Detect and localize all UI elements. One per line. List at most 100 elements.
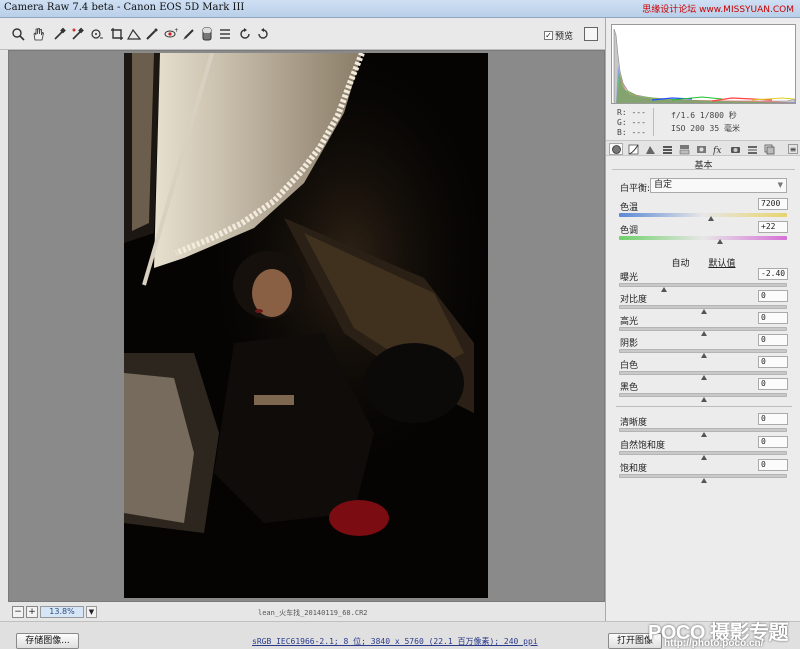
- svg-text:fx: fx: [713, 146, 721, 155]
- rotate-ccw-icon[interactable]: [237, 26, 253, 42]
- radial-filter-icon[interactable]: [217, 26, 233, 42]
- highlights-input[interactable]: 0: [758, 312, 788, 324]
- blacks-thumb[interactable]: [701, 397, 707, 402]
- shadows-thumb[interactable]: [701, 353, 707, 358]
- tone-curve-icon[interactable]: [626, 143, 640, 155]
- red-eye-icon[interactable]: +: [163, 26, 179, 42]
- tint-input[interactable]: +22: [758, 221, 788, 233]
- whites-thumb[interactable]: [701, 375, 707, 380]
- rotate-cw-icon[interactable]: [255, 26, 271, 42]
- white-balance-value: 自定: [654, 180, 673, 190]
- saturation-slider[interactable]: [619, 474, 787, 483]
- exposure-thumb[interactable]: [660, 287, 667, 292]
- vibrance-thumb[interactable]: [701, 455, 707, 460]
- blacks-slider[interactable]: [619, 393, 787, 402]
- fullscreen-icon[interactable]: [584, 27, 598, 41]
- chevron-down-icon: ▼: [777, 181, 783, 189]
- panel-menu-icon[interactable]: ≡: [788, 144, 798, 154]
- zoom-in-button[interactable]: +: [26, 606, 38, 618]
- zoom-out-button[interactable]: −: [12, 606, 24, 618]
- green-readout: G: ---: [617, 118, 646, 127]
- image-canvas[interactable]: [8, 50, 605, 602]
- vibrance-slider[interactable]: [619, 451, 787, 460]
- clarity-thumb[interactable]: [701, 432, 707, 437]
- color-sampler-icon[interactable]: [70, 26, 86, 42]
- highlights-thumb[interactable]: [701, 331, 707, 336]
- highlights-slider[interactable]: [619, 327, 787, 336]
- lens-icon[interactable]: [694, 143, 708, 155]
- clarity-input[interactable]: 0: [758, 413, 788, 425]
- auto-link[interactable]: 自动: [672, 259, 690, 269]
- spot-removal-icon[interactable]: [144, 26, 160, 42]
- whites-input[interactable]: 0: [758, 356, 788, 368]
- clarity-slider[interactable]: [619, 428, 787, 437]
- zoom-dropdown-icon[interactable]: ▼: [86, 606, 97, 618]
- zoom-icon[interactable]: [10, 26, 26, 42]
- iso-readout: ISO 200 35 毫米: [671, 124, 740, 133]
- footer-bar: 存储图像... sRGB IEC61966-2.1; 8 位; 3840 x 5…: [0, 621, 800, 649]
- saturation-label: 饱和度: [620, 464, 648, 474]
- red-readout: R: ---: [617, 108, 646, 117]
- temperature-slider[interactable]: [619, 213, 787, 221]
- whites-slider[interactable]: [619, 371, 787, 380]
- temperature-input[interactable]: 7200: [758, 198, 788, 210]
- adjustment-panel: R: --- G: --- B: --- f/1.6 1/800 秒 ISO 2…: [605, 18, 800, 621]
- saturation-input[interactable]: 0: [758, 459, 788, 471]
- preview-label: 预览: [555, 32, 574, 42]
- blue-readout: B: ---: [617, 128, 646, 137]
- exposure-slider[interactable]: [619, 283, 787, 292]
- svg-text:+: +: [174, 27, 178, 34]
- whites-label: 白色: [620, 361, 639, 371]
- temperature-thumb[interactable]: [708, 216, 715, 221]
- target-adjust-icon[interactable]: [89, 26, 105, 42]
- tint-thumb[interactable]: [716, 239, 723, 244]
- window-title: Camera Raw 7.4 beta - Canon EOS 5D Mark …: [4, 2, 245, 13]
- workflow-options-link[interactable]: sRGB IEC61966-2.1; 8 位; 3840 x 5760 (22.…: [252, 636, 538, 647]
- save-image-button[interactable]: 存储图像...: [16, 633, 79, 649]
- straighten-icon[interactable]: [126, 26, 142, 42]
- highlights-label: 高光: [620, 317, 639, 327]
- default-link[interactable]: 默认值: [708, 259, 735, 269]
- exposure-input[interactable]: -2.40: [758, 268, 788, 280]
- tint-slider[interactable]: [619, 236, 787, 244]
- saturation-thumb[interactable]: [701, 478, 707, 483]
- exposure-label: 曝光: [620, 273, 639, 283]
- temperature-label: 色温: [620, 203, 639, 213]
- graduated-filter-icon[interactable]: [199, 26, 215, 42]
- detail-icon[interactable]: [643, 143, 657, 155]
- canvas-statusbar: − + 13.8% ▼ lean_火车找_20140119_68.CR2: [8, 603, 605, 621]
- section-divider-2: [616, 406, 792, 407]
- hand-icon[interactable]: [30, 26, 46, 42]
- shadows-input[interactable]: 0: [758, 334, 788, 346]
- fx-icon[interactable]: fx: [711, 143, 725, 155]
- white-balance-icon[interactable]: [52, 26, 68, 42]
- split-toning-icon[interactable]: [677, 143, 691, 155]
- shadows-label: 阴影: [620, 339, 639, 349]
- white-balance-select[interactable]: 自定 ▼: [650, 178, 787, 193]
- toolbar: + ✓ 预览: [0, 18, 605, 50]
- contrast-input[interactable]: 0: [758, 290, 788, 302]
- blacks-input[interactable]: 0: [758, 378, 788, 390]
- histogram: [611, 24, 796, 104]
- shadows-slider[interactable]: [619, 349, 787, 358]
- file-name: lean_火车找_20140119_68.CR2: [258, 609, 368, 617]
- crop-icon[interactable]: [109, 26, 125, 42]
- presets-icon[interactable]: [745, 143, 759, 155]
- vibrance-label: 自然饱和度: [620, 441, 666, 451]
- basic-icon[interactable]: [609, 143, 623, 155]
- info-divider: [653, 108, 654, 136]
- exposure-readout: f/1.6 1/800 秒: [671, 111, 737, 120]
- poco-url: http://photo.poco.cn/: [664, 638, 764, 649]
- camera-calibration-icon[interactable]: [728, 143, 742, 155]
- panel-tabs: fx ≡: [606, 140, 800, 156]
- adjustment-brush-icon[interactable]: [181, 26, 197, 42]
- zoom-level[interactable]: 13.8%: [40, 606, 84, 618]
- checkbox-box[interactable]: ✓: [544, 31, 553, 40]
- hsl-icon[interactable]: [660, 143, 674, 155]
- snapshots-icon[interactable]: [762, 143, 776, 155]
- section-divider: [612, 169, 795, 170]
- preview-checkbox[interactable]: ✓ 预览: [544, 29, 573, 42]
- contrast-slider[interactable]: [619, 305, 787, 314]
- contrast-thumb[interactable]: [701, 309, 707, 314]
- vibrance-input[interactable]: 0: [758, 436, 788, 448]
